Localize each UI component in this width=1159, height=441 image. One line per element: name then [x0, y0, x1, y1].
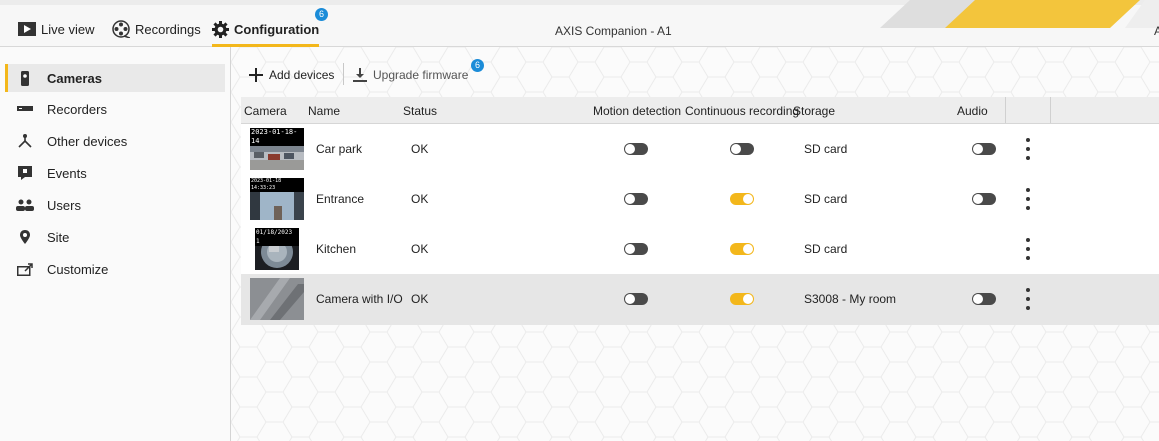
thumbnail-timestamp: 2023-01-18 14:33:23: [250, 178, 304, 192]
sidebar-item-recorders[interactable]: Recorders: [5, 95, 225, 123]
camera-name: Car park: [316, 142, 363, 156]
storage-value: SD card: [804, 192, 848, 206]
audio-toggle[interactable]: [972, 293, 996, 305]
add-devices-button[interactable]: Add devices: [249, 63, 334, 87]
customize-icon: [15, 262, 35, 276]
toolbar: Add devices Upgrade firmware 6: [231, 59, 1159, 91]
more-options-icon[interactable]: [1023, 138, 1033, 160]
add-devices-label: Add devices: [269, 68, 335, 82]
upgrade-firmware-label: Upgrade firmware: [373, 68, 469, 82]
column-header-motion-detection[interactable]: Motion detection: [593, 104, 681, 118]
camera-thumbnail: 2023-01-18-14: [250, 128, 304, 170]
motion-detection-toggle[interactable]: [624, 143, 648, 155]
camera-status: OK: [411, 242, 429, 256]
table-row[interactable]: 2023-01-18 14:33:23 Entrance OK SD card: [241, 174, 1159, 225]
sidebar: Cameras Recorders Other devices Events U…: [0, 47, 231, 441]
more-options-icon[interactable]: [1023, 288, 1033, 310]
motion-detection-toggle[interactable]: [624, 293, 648, 305]
tab-live-view-label: Live view: [41, 21, 95, 37]
motion-detection-toggle[interactable]: [624, 243, 648, 255]
table-row[interactable]: 2023-01-18-14 Car park OK SD card: [241, 124, 1159, 175]
location-pin-icon: [15, 230, 35, 244]
sidebar-item-label: Cameras: [47, 70, 102, 86]
thumbnail-timestamp: 01/18/2023 1: [255, 228, 299, 246]
top-navigation-bar: Live view Recordings Configuration 6 AXI: [0, 0, 1159, 47]
app-title: AXIS Companion - A1: [555, 24, 672, 38]
brand-stripes: [880, 0, 1159, 28]
camera-thumbnail: 2023-01-18 14:33:23: [250, 178, 304, 220]
toolbar-divider: [343, 63, 344, 85]
continuous-recording-toggle[interactable]: [730, 193, 754, 205]
audio-toggle[interactable]: [972, 193, 996, 205]
sidebar-item-label: Customize: [47, 261, 109, 277]
events-icon: [15, 166, 35, 180]
column-header-storage[interactable]: Storage: [793, 104, 835, 118]
column-header-status[interactable]: Status: [403, 104, 437, 118]
storage-value: SD card: [804, 142, 848, 156]
camera-icon: [15, 70, 35, 86]
camera-name: Entrance: [316, 192, 365, 206]
thumbnail-timestamp: 2023-01-18-14: [250, 128, 304, 146]
plus-icon: [249, 68, 263, 82]
storage-value: S3008 - My room: [804, 292, 897, 306]
audio-toggle[interactable]: [972, 143, 996, 155]
camera-status: OK: [411, 142, 429, 156]
continuous-recording-toggle[interactable]: [730, 143, 754, 155]
column-divider: [1050, 97, 1051, 123]
sidebar-item-label: Users: [47, 197, 81, 213]
column-header-camera[interactable]: Camera: [244, 104, 287, 118]
title-edge-text: A: [1154, 24, 1159, 38]
live-view-icon: [18, 22, 36, 36]
configuration-badge: 6: [315, 8, 328, 21]
recorder-icon: [15, 105, 35, 113]
sidebar-item-site[interactable]: Site: [5, 223, 225, 251]
sidebar-item-label: Other devices: [47, 133, 128, 149]
tab-recordings[interactable]: Recordings: [112, 16, 201, 42]
sidebar-item-users[interactable]: Users: [5, 191, 225, 219]
column-header-name[interactable]: Name: [308, 104, 340, 118]
sidebar-item-events[interactable]: Events: [5, 159, 225, 187]
camera-thumbnail: 01/18/2023 1: [255, 228, 299, 270]
sidebar-item-label: Events: [47, 165, 87, 181]
upgrade-firmware-button[interactable]: Upgrade firmware 6: [353, 59, 484, 87]
tab-recordings-label: Recordings: [135, 21, 201, 37]
motion-detection-toggle[interactable]: [624, 193, 648, 205]
tab-configuration[interactable]: Configuration 6: [212, 8, 328, 47]
continuous-recording-toggle[interactable]: [730, 243, 754, 255]
camera-thumbnail: [250, 278, 304, 320]
more-options-icon[interactable]: [1023, 238, 1033, 260]
gear-icon: [212, 20, 229, 38]
sidebar-item-cameras[interactable]: Cameras: [5, 64, 225, 92]
upgrade-firmware-badge: 6: [471, 59, 484, 72]
table-header: Camera Name Status Motion detection Cont…: [241, 97, 1159, 124]
tab-configuration-label: Configuration: [234, 21, 320, 37]
camera-name: Camera with I/O: [316, 292, 403, 306]
column-divider: [1005, 97, 1006, 123]
more-options-icon[interactable]: [1023, 188, 1033, 210]
film-reel-icon: [112, 20, 130, 38]
column-header-continuous-recording[interactable]: Continuous recording: [685, 104, 799, 118]
camera-status: OK: [411, 292, 429, 306]
download-icon: [353, 68, 367, 82]
camera-name: Kitchen: [316, 242, 357, 256]
storage-value: SD card: [804, 242, 848, 256]
sidebar-item-label: Site: [47, 229, 70, 245]
column-header-audio[interactable]: Audio: [957, 104, 988, 118]
table-row[interactable]: Camera with I/O OK S3008 - My room: [241, 274, 1159, 325]
users-icon: [15, 199, 35, 211]
sidebar-item-other-devices[interactable]: Other devices: [5, 127, 225, 155]
sidebar-item-label: Recorders: [47, 101, 107, 117]
table-row[interactable]: 01/18/2023 1 Kitchen OK SD card: [241, 224, 1159, 275]
sidebar-item-customize[interactable]: Customize: [5, 255, 225, 283]
camera-status: OK: [411, 192, 429, 206]
main-content: Add devices Upgrade firmware 6 Camera Na…: [231, 47, 1159, 441]
tab-live-view[interactable]: Live view: [18, 16, 94, 42]
other-devices-icon: [15, 134, 35, 148]
continuous-recording-toggle[interactable]: [730, 293, 754, 305]
